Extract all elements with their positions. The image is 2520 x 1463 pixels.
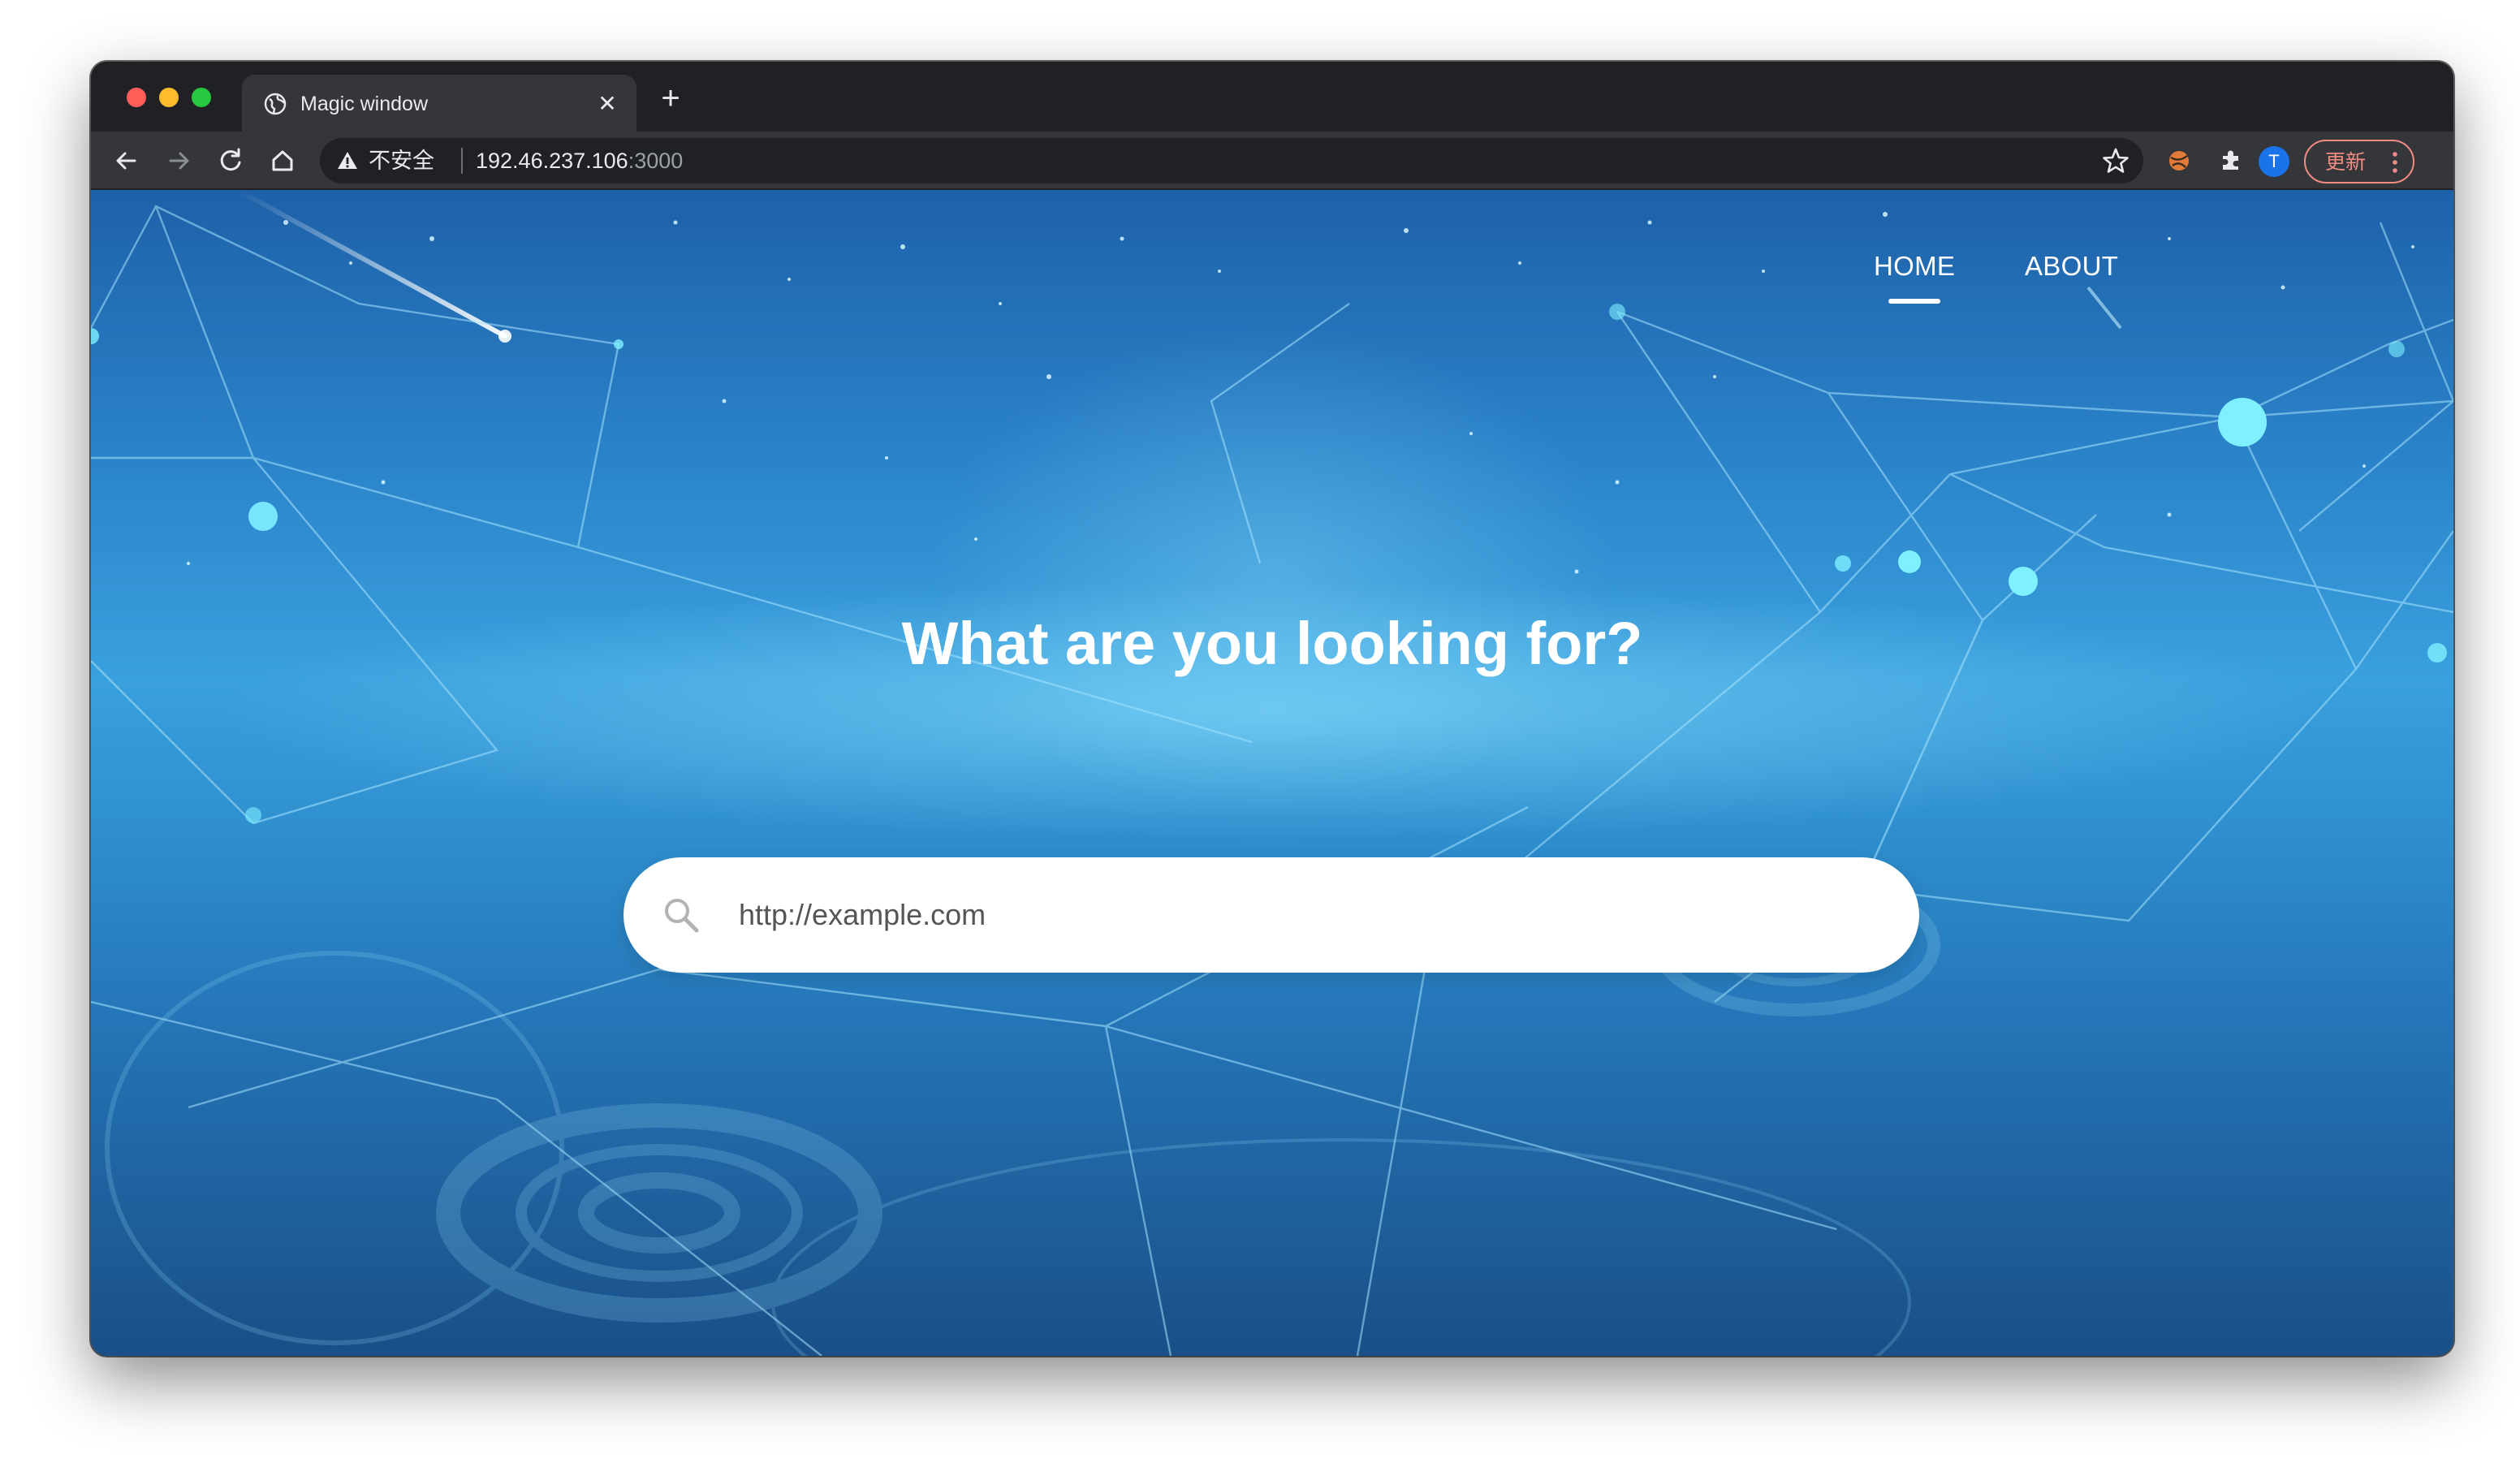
close-tab-icon[interactable]: ✕ <box>594 91 620 117</box>
arrow-left-icon <box>116 152 136 170</box>
back-button[interactable] <box>109 143 145 179</box>
extensions-button[interactable] <box>2213 143 2249 179</box>
maximize-window-button[interactable] <box>192 88 211 107</box>
url-host: 192.46.237.106 <box>476 149 628 173</box>
nav-home-link[interactable]: HOME <box>1874 248 1955 284</box>
profile-avatar[interactable]: T <box>2259 146 2289 177</box>
home-button[interactable] <box>265 143 300 179</box>
reload-button[interactable] <box>213 143 248 179</box>
nav-about-link[interactable]: ABOUT <box>2025 248 2118 284</box>
browser-window: Magic window ✕ + 不安全 192.46.237.106:3000… <box>91 62 2453 1356</box>
security-label[interactable]: 不安全 <box>369 148 434 174</box>
search-icon <box>665 899 699 933</box>
ball-extension-icon <box>2169 151 2189 170</box>
close-window-button[interactable] <box>127 88 146 107</box>
network-background <box>91 190 2453 1356</box>
browser-toolbar: 不安全 192.46.237.106:3000 T 更新 <box>91 132 2453 190</box>
search-bar[interactable] <box>624 857 1919 973</box>
minimize-window-button[interactable] <box>159 88 179 107</box>
warning-icon <box>338 152 357 169</box>
more-vertical-icon <box>2393 152 2397 173</box>
omnibox-divider <box>461 148 463 174</box>
url-text[interactable]: 192.46.237.106:3000 <box>476 148 683 174</box>
tab-title: Magic window <box>300 93 429 115</box>
browser-tab[interactable]: Magic window ✕ <box>242 75 636 132</box>
hero-title: What are you looking for? <box>901 610 1643 677</box>
puzzle-icon <box>2223 150 2238 170</box>
arrow-right-icon <box>169 152 189 170</box>
reload-icon <box>220 148 241 171</box>
extension-icon[interactable] <box>2161 143 2197 179</box>
page-viewport: HOME ABOUT What are you looking for? <box>91 190 2453 1356</box>
new-tab-button[interactable]: + <box>656 82 685 114</box>
update-button[interactable]: 更新 <box>2304 140 2414 183</box>
globe-icon <box>264 93 287 115</box>
star-icon[interactable] <box>2101 146 2130 175</box>
address-bar[interactable]: 不安全 192.46.237.106:3000 <box>320 138 2143 183</box>
site-nav: HOME ABOUT <box>91 248 2453 304</box>
nav-active-indicator <box>1888 299 1940 304</box>
home-icon <box>272 150 293 171</box>
update-label: 更新 <box>2325 151 2367 174</box>
tab-strip: Magic window ✕ + <box>91 62 2453 132</box>
url-port: :3000 <box>628 149 684 173</box>
search-input[interactable] <box>737 882 1874 948</box>
forward-button[interactable] <box>161 143 196 179</box>
